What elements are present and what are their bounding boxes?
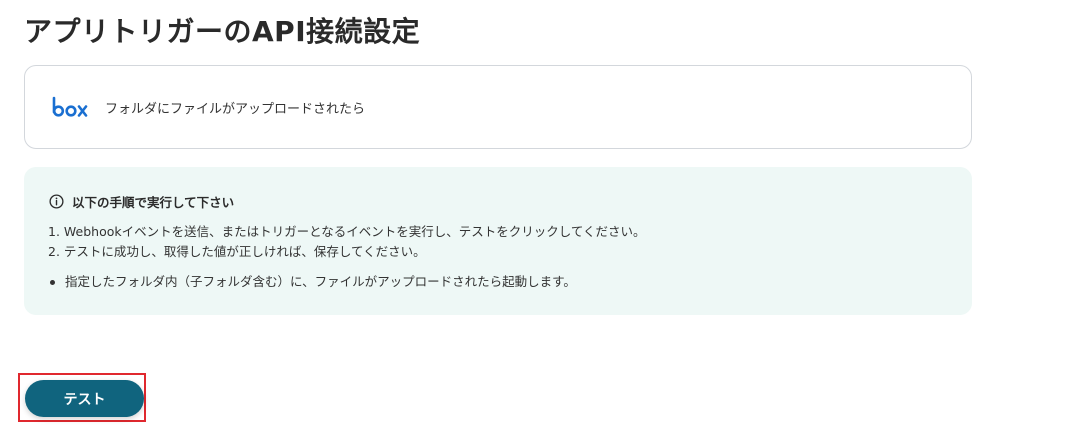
page-title: アプリトリガーのAPI接続設定 [24,15,421,48]
bullet-icon [50,279,55,285]
trigger-event-label: フォルダにファイルがアップロードされたら [105,101,366,117]
instruction-note: 指定したフォルダ内（子フォルダ含む）に、ファイルがアップロードされたら起動します… [50,272,576,292]
instructions-heading: 以下の手順で実行して下さい [49,192,234,211]
instruction-step: 1. Webhookイベントを送信、またはトリガーとなるイベントを実行し、テスト… [48,224,646,239]
instruction-step: 2. テストに成功し、取得した値が正しければ、保存してください。 [48,244,426,259]
test-button[interactable]: テスト [25,380,144,417]
instruction-notes: 指定したフォルダ内（子フォルダ含む）に、ファイルがアップロードされたら起動します… [50,272,576,292]
info-icon [49,194,64,209]
box-logo: box [52,96,88,117]
instructions-panel: 以下の手順で実行して下さい 1. Webhookイベントを送信、またはトリガーと… [24,167,972,315]
trigger-card[interactable]: box フォルダにファイルがアップロードされたら [24,65,972,149]
instructions-heading-text: 以下の手順で実行して下さい [72,195,235,210]
instruction-note-text: 指定したフォルダ内（子フォルダ含む）に、ファイルがアップロードされたら起動します… [65,274,576,289]
instruction-steps: 1. Webhookイベントを送信、またはトリガーとなるイベントを実行し、テスト… [48,222,646,262]
